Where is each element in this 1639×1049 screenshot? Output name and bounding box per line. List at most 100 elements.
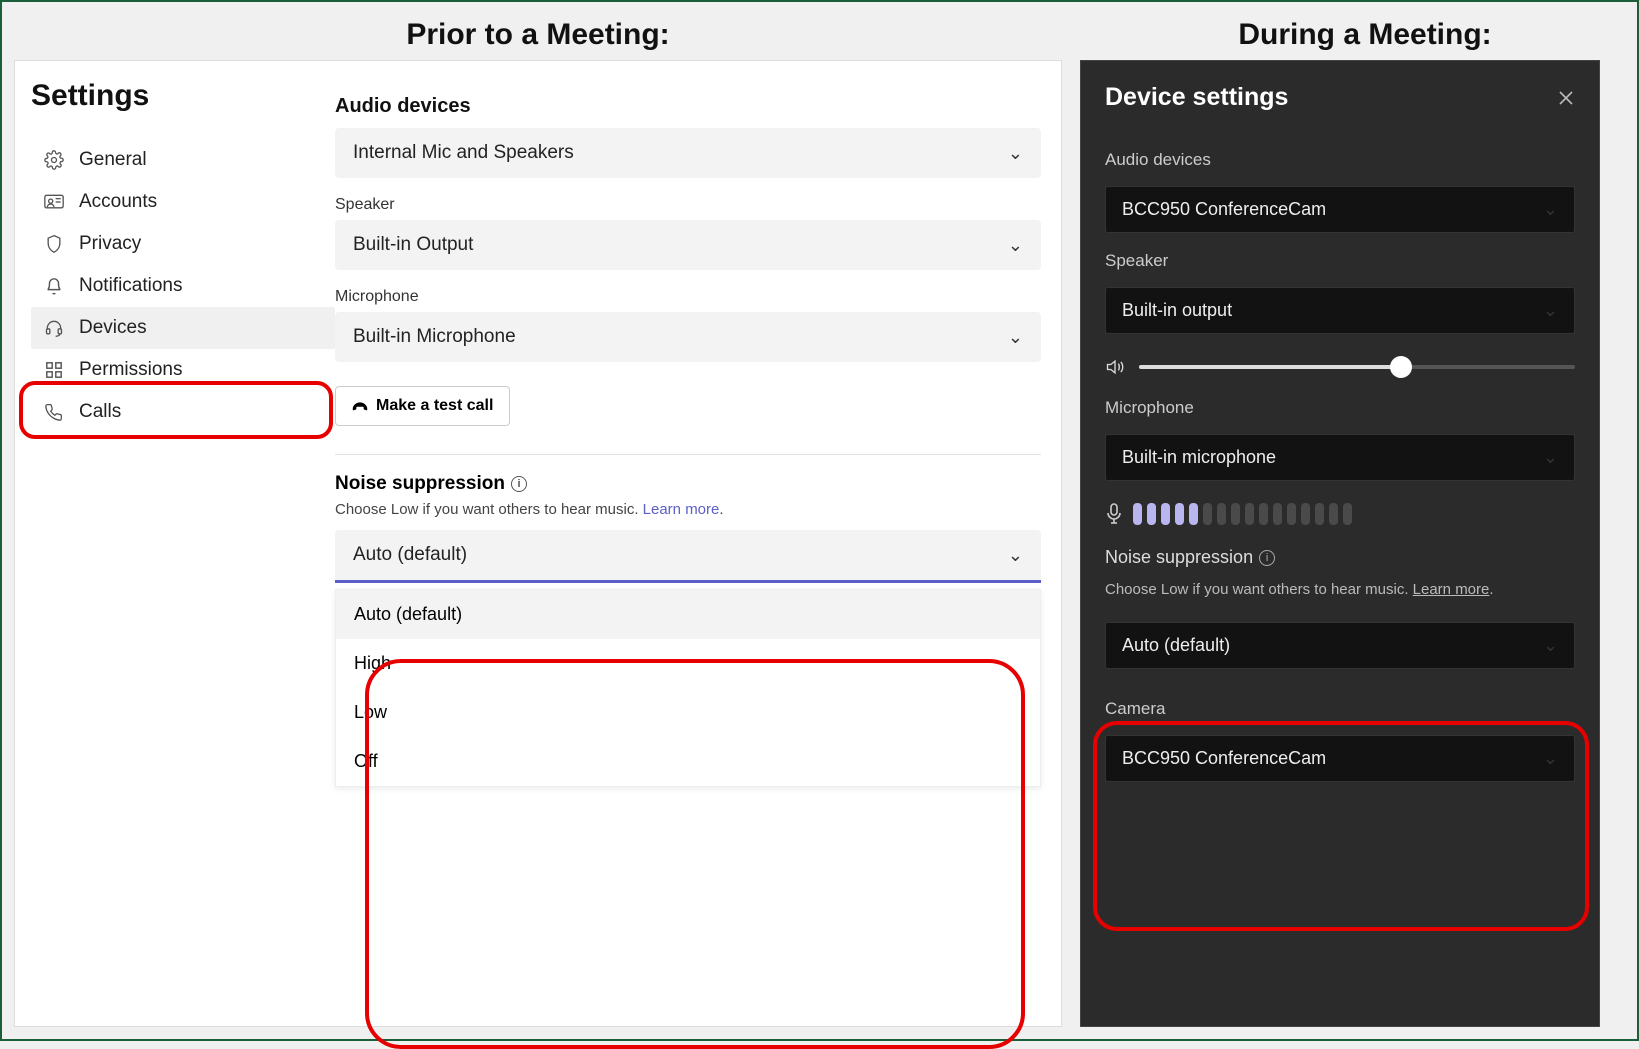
- audio-devices-select[interactable]: Internal Mic and Speakers ⌄: [335, 128, 1041, 178]
- speaker-value: Built-in Output: [353, 234, 473, 256]
- camera-select[interactable]: BCC950 ConferenceCam ⌄: [1105, 735, 1575, 782]
- nav-label: Permissions: [79, 359, 182, 381]
- shield-icon: [43, 233, 65, 255]
- nav-notifications[interactable]: Notifications: [31, 265, 335, 307]
- settings-sidebar: Settings General Accounts: [15, 61, 335, 1026]
- microphone-label-dark: Microphone: [1105, 398, 1575, 418]
- ns-selected-value: Auto (default): [353, 544, 467, 566]
- info-icon[interactable]: i: [511, 476, 527, 492]
- mic-level-bar: [1259, 503, 1268, 525]
- ns-heading-text-dark: Noise suppression: [1105, 547, 1253, 568]
- learn-more-link-dark[interactable]: Learn more: [1413, 581, 1490, 598]
- microphone-select-dark[interactable]: Built-in microphone ⌄: [1105, 434, 1575, 481]
- mic-level-bar: [1245, 503, 1254, 525]
- info-icon[interactable]: i: [1259, 550, 1275, 566]
- microphone-icon: [1105, 503, 1123, 525]
- chevron-down-icon: ⌄: [1543, 199, 1558, 220]
- mic-level-bar: [1231, 503, 1240, 525]
- make-test-call-button[interactable]: Make a test call: [335, 386, 510, 426]
- ns-option-low[interactable]: Low: [336, 688, 1040, 737]
- mic-level-bar: [1273, 503, 1282, 525]
- nav-label: Accounts: [79, 191, 157, 213]
- ns-option-auto[interactable]: Auto (default): [336, 590, 1040, 639]
- divider: [335, 454, 1041, 455]
- audio-devices-label: Audio devices: [1105, 150, 1575, 170]
- chevron-down-icon: ⌄: [1008, 545, 1023, 566]
- slider-knob[interactable]: [1390, 356, 1412, 378]
- noise-suppression-desc-dark: Choose Low if you want others to hear mu…: [1105, 580, 1575, 600]
- mic-level-bar: [1329, 503, 1338, 525]
- nav-label: General: [79, 149, 147, 171]
- microphone-value: Built-in Microphone: [353, 326, 516, 348]
- chevron-down-icon: ⌄: [1543, 447, 1558, 468]
- microphone-select[interactable]: Built-in Microphone ⌄: [335, 312, 1041, 362]
- nav-calls[interactable]: Calls: [31, 391, 335, 433]
- slider-fill: [1139, 365, 1401, 369]
- microphone-level-row: [1105, 503, 1575, 525]
- settings-title: Settings: [31, 79, 335, 113]
- speaker-select[interactable]: Built-in Output ⌄: [335, 220, 1041, 270]
- close-button[interactable]: [1557, 89, 1575, 107]
- speaker-value-dark: Built-in output: [1122, 300, 1232, 321]
- chevron-down-icon: ⌄: [1008, 235, 1023, 256]
- camera-value: BCC950 ConferenceCam: [1122, 748, 1326, 769]
- settings-panel: Settings General Accounts: [14, 60, 1062, 1027]
- phone-icon: [352, 399, 368, 413]
- speaker-select-dark[interactable]: Built-in output ⌄: [1105, 287, 1575, 334]
- noise-suppression-select-dark[interactable]: Auto (default) ⌄: [1105, 622, 1575, 669]
- gear-icon: [43, 149, 65, 171]
- nav-label: Devices: [79, 317, 147, 339]
- ns-desc-post-dark: .: [1489, 581, 1493, 598]
- mic-level-bar: [1287, 503, 1296, 525]
- nav-label: Notifications: [79, 275, 183, 297]
- caption-prior: Prior to a Meeting:: [14, 18, 1062, 52]
- noise-suppression-dropdown: Auto (default) High Low Off: [335, 589, 1041, 787]
- mic-level-bar: [1217, 503, 1226, 525]
- audio-devices-value: Internal Mic and Speakers: [353, 142, 574, 164]
- headset-icon: [43, 317, 65, 339]
- audio-devices-select-dark[interactable]: BCC950 ConferenceCam ⌄: [1105, 186, 1575, 233]
- chevron-down-icon: ⌄: [1008, 143, 1023, 164]
- ns-desc-text-dark: Choose Low if you want others to hear mu…: [1105, 581, 1413, 598]
- nav-devices[interactable]: Devices: [31, 307, 335, 349]
- caption-during: During a Meeting:: [1105, 18, 1625, 52]
- speaker-volume-slider[interactable]: [1139, 365, 1575, 369]
- ns-option-off[interactable]: Off: [336, 737, 1040, 786]
- microphone-value-dark: Built-in microphone: [1122, 447, 1276, 468]
- audio-devices-value-dark: BCC950 ConferenceCam: [1122, 199, 1326, 220]
- bell-icon: [43, 275, 65, 297]
- camera-label: Camera: [1105, 699, 1575, 719]
- mic-level-bar: [1301, 503, 1310, 525]
- speaker-label: Speaker: [335, 196, 1041, 214]
- device-settings-title: Device settings: [1105, 83, 1288, 112]
- accounts-icon: [43, 191, 65, 213]
- nav-general[interactable]: General: [31, 139, 335, 181]
- speaker-label-dark: Speaker: [1105, 251, 1575, 271]
- mic-level-bar: [1175, 503, 1184, 525]
- mic-level-bar: [1315, 503, 1324, 525]
- noise-suppression-heading-dark: Noise suppression i: [1105, 547, 1575, 568]
- nav-permissions[interactable]: Permissions: [31, 349, 335, 391]
- chevron-down-icon: ⌄: [1543, 300, 1558, 321]
- ns-option-high[interactable]: High: [336, 639, 1040, 688]
- chevron-down-icon: ⌄: [1008, 327, 1023, 348]
- mic-level-bar: [1189, 503, 1198, 525]
- speaker-volume-row: [1105, 358, 1575, 376]
- noise-suppression-desc: Choose Low if you want others to hear mu…: [335, 501, 1041, 518]
- mic-level-bar: [1343, 503, 1352, 525]
- mic-level-bar: [1161, 503, 1170, 525]
- noise-suppression-select[interactable]: Auto (default) ⌄: [335, 530, 1041, 583]
- microphone-level-meter: [1133, 503, 1352, 525]
- nav-privacy[interactable]: Privacy: [31, 223, 335, 265]
- ns-desc-text: Choose Low if you want others to hear mu…: [335, 501, 643, 518]
- mic-level-bar: [1203, 503, 1212, 525]
- ns-desc-post: .: [719, 501, 723, 518]
- mic-level-bar: [1147, 503, 1156, 525]
- test-call-label: Make a test call: [376, 397, 493, 415]
- learn-more-link[interactable]: Learn more: [643, 501, 720, 518]
- noise-suppression-heading: Noise suppression i: [335, 473, 1041, 495]
- nav-label: Calls: [79, 401, 121, 423]
- microphone-label: Microphone: [335, 288, 1041, 306]
- chevron-down-icon: ⌄: [1543, 635, 1558, 656]
- nav-accounts[interactable]: Accounts: [31, 181, 335, 223]
